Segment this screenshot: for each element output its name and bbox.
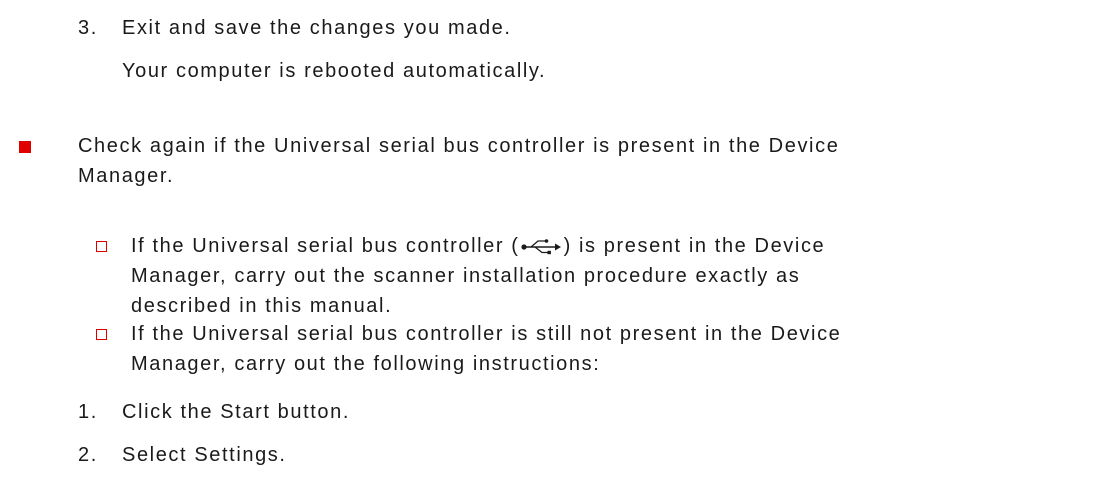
sub-bullet-1-line-2: Manager, carry out the scanner installat… bbox=[131, 265, 801, 287]
step-number: 2. bbox=[78, 444, 98, 466]
sub-bullet-2-line-1: If the Universal serial bus controller i… bbox=[131, 323, 842, 345]
sub-bullet-1-text-post: ) is present in the Device bbox=[563, 235, 826, 257]
step-2: 2. Select Settings. bbox=[78, 441, 287, 469]
hollow-square-bullet-icon bbox=[96, 241, 107, 252]
step-text: Select Settings. bbox=[122, 444, 287, 466]
step-number: 1. bbox=[78, 401, 98, 423]
main-bullet-line-2: Manager. bbox=[78, 165, 175, 187]
main-bullet-line-1: Check again if the Universal serial bus … bbox=[78, 135, 840, 157]
sub-bullet-1-line-3: described in this manual. bbox=[131, 295, 393, 317]
step-3: 3. Exit and save the changes you made. bbox=[78, 14, 512, 42]
manual-page: 3. Exit and save the changes you made. Yo… bbox=[0, 0, 1116, 484]
usb-icon bbox=[520, 239, 561, 255]
step-number: 3. bbox=[78, 17, 98, 39]
hollow-square-bullet-icon bbox=[96, 329, 107, 340]
step-text: Exit and save the changes you made. bbox=[122, 17, 512, 39]
reboot-note: Your computer is rebooted automatically. bbox=[122, 60, 547, 82]
step-text: Click the Start button. bbox=[122, 401, 351, 423]
sub-bullet-1-line-1: If the Universal serial bus controller (… bbox=[131, 232, 825, 260]
square-bullet-icon bbox=[19, 141, 31, 153]
step-1: 1. Click the Start button. bbox=[78, 398, 350, 426]
sub-bullet-2-line-2: Manager, carry out the following instruc… bbox=[131, 353, 601, 375]
sub-bullet-1-text-pre: If the Universal serial bus controller ( bbox=[131, 235, 520, 257]
